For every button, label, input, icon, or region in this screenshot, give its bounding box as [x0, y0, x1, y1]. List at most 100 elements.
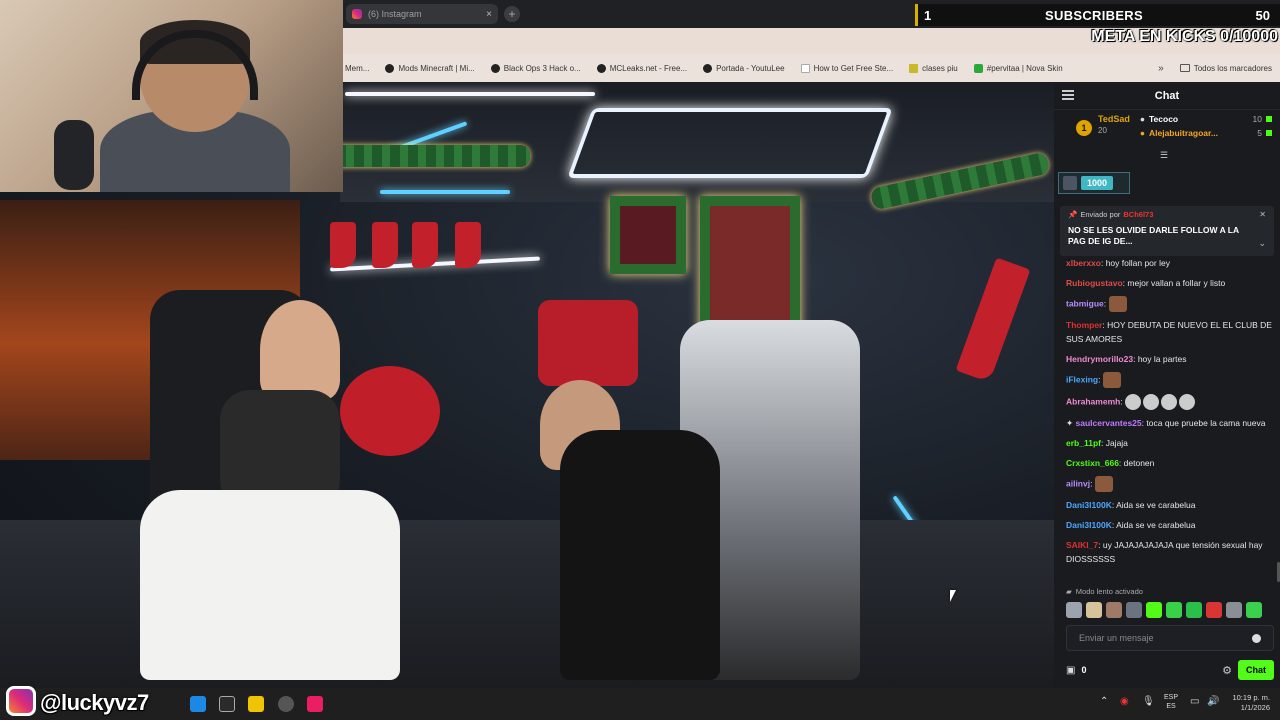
bookmark-label: Portada - YoutuLee — [716, 63, 785, 73]
chat-username[interactable]: xlberxxo — [1066, 258, 1101, 268]
keyboard-layout: ES — [1166, 703, 1176, 710]
chat-username[interactable]: iFlexing — [1066, 374, 1098, 384]
bookmarks-bar: Mem... Mods Minecraft | Mi... Black Ops … — [343, 54, 1280, 82]
bookmark[interactable]: clases piu — [909, 63, 958, 73]
gear-icon[interactable]: ⚙ — [1222, 664, 1232, 677]
emote-icon[interactable] — [1206, 602, 1222, 618]
chat-input[interactable]: Enviar un mensaje — [1066, 625, 1274, 651]
tray-expand-icon[interactable]: ⌃ — [1100, 696, 1108, 707]
kick-goal-text: META EN KICKS 0/10000 — [1091, 28, 1278, 45]
language-indicator[interactable]: ESP ES — [1164, 693, 1178, 711]
chat-username[interactable]: Dani3l100K — [1066, 520, 1112, 530]
bookmark[interactable]: MCLeaks.net - Free... — [596, 63, 687, 73]
antivirus-icon[interactable]: ◉ — [1120, 696, 1129, 707]
bookmark-label: Mods Minecraft | Mi... — [398, 63, 475, 73]
points-icon[interactable]: ▣ — [1066, 665, 1075, 676]
chat-username[interactable]: SAIKI_7 — [1066, 540, 1098, 550]
neon-light — [345, 92, 595, 96]
emote-icon[interactable] — [1226, 602, 1242, 618]
emote-icon[interactable] — [1246, 602, 1262, 618]
pinned-text: NO SE LES OLVIDE DARLE FOLLOW A LA PAG D… — [1068, 225, 1239, 246]
bookmark[interactable]: How to Get Free Ste... — [800, 63, 893, 73]
chat-username[interactable]: Hendrymorillo23 — [1066, 354, 1133, 364]
emote-icon — [1179, 394, 1196, 410]
volume-icon[interactable]: 🔊 — [1207, 696, 1219, 707]
gift-pill[interactable]: 1000 — [1058, 172, 1130, 194]
monitor-icon[interactable]: ▭ — [1190, 696, 1199, 707]
chrome-icon[interactable] — [278, 696, 294, 712]
pin-icon: 📌 — [1068, 210, 1078, 219]
page-icon — [800, 63, 810, 73]
tiktok-icon[interactable] — [307, 696, 323, 712]
chat-username[interactable]: Crxstixn_666 — [1066, 458, 1119, 468]
pinned-message: 📌 Enviado por BCh6l73 NO SE LES OLVIDE D… — [1060, 206, 1274, 256]
chevron-down-icon[interactable]: ⌄ — [1258, 238, 1266, 249]
pinned-user[interactable]: BCh6l73 — [1123, 210, 1153, 219]
collapse-chat-icon[interactable] — [1062, 90, 1074, 100]
bookmark[interactable]: Black Ops 3 Hack o... — [490, 63, 581, 73]
chat-header: Chat — [1054, 82, 1280, 110]
christmas-frame — [700, 196, 800, 336]
folder-icon[interactable] — [248, 696, 264, 712]
runner-up-name[interactable]: Tecoco — [1149, 114, 1249, 124]
emoji-picker-icon[interactable] — [1252, 633, 1261, 643]
neon-light — [380, 190, 510, 194]
runner-up-count: 10 — [1252, 114, 1262, 124]
stocking — [412, 222, 438, 268]
chat-username[interactable]: Abrahamemh — [1066, 396, 1120, 406]
chat-message: Rubiogustavo: mejor vallan a follar y li… — [1066, 278, 1226, 288]
explorer-icon[interactable] — [190, 696, 206, 712]
chat-username[interactable]: erb_11pf — [1066, 438, 1101, 448]
bookmark-label: Mem... — [345, 63, 370, 73]
more-bookmarks-icon[interactable]: » — [1158, 63, 1164, 74]
emote-icon[interactable] — [1066, 602, 1082, 618]
leader-count: 20 — [1098, 126, 1107, 135]
chat-title: Chat — [1154, 89, 1180, 102]
clock-time: 10:19 p. m. — [1232, 693, 1270, 702]
chat-username[interactable]: tabmigue — [1066, 298, 1104, 308]
chat-username[interactable]: saulcervantes25 — [1075, 418, 1141, 428]
steam-icon[interactable] — [219, 696, 235, 712]
screen: (6) Instagram × + Mem... Mods Minecraft … — [0, 0, 1280, 720]
emote-icon[interactable] — [1166, 602, 1182, 618]
instagram-icon — [352, 9, 362, 19]
bookmark[interactable]: Portada - YoutuLee — [703, 63, 785, 73]
mic-icon[interactable]: 🎙 — [1142, 696, 1155, 707]
all-bookmarks[interactable]: Todos los marcadores — [1179, 64, 1280, 73]
gifter-avatar — [1063, 176, 1077, 190]
system-clock[interactable]: 10:19 p. m. 1/1/2026 — [1226, 693, 1270, 713]
subs-label: SUBSCRIBERS — [1045, 7, 1143, 23]
chat-send-button[interactable]: Chat — [1238, 660, 1274, 680]
chat-message: ailinvj: — [1066, 476, 1272, 492]
emote-icon[interactable] — [1126, 602, 1142, 618]
bookmark[interactable]: #pervitaa | Nova Skin — [973, 63, 1063, 73]
bookmark[interactable]: Mods Minecraft | Mi... — [385, 63, 475, 73]
chat-username[interactable]: Thomper — [1066, 320, 1102, 330]
subscriber-goal-bar: 1 SUBSCRIBERS 50 — [915, 4, 1280, 26]
chat-text: detonen — [1123, 458, 1155, 468]
emote-icon[interactable] — [1086, 602, 1102, 618]
chat-message: ✦ saulcervantes25: toca que pruebe la ca… — [1066, 418, 1266, 428]
chat-username[interactable]: Dani3l100K — [1066, 500, 1112, 510]
chat-message: Hendrymorillo23: hoy la partes — [1066, 354, 1187, 364]
new-tab-button[interactable]: + — [504, 6, 520, 22]
unpin-icon[interactable]: ✕ — [1259, 210, 1266, 219]
chat-username[interactable]: Rubiogustavo — [1066, 278, 1123, 288]
subs-goal: 50 — [1255, 7, 1270, 23]
runner-up-name[interactable]: Alejabuitragoar... — [1149, 128, 1253, 138]
bookmark[interactable]: Mem... — [345, 64, 369, 73]
close-tab-icon[interactable]: × — [486, 9, 492, 20]
tab-instagram[interactable]: (6) Instagram × — [346, 4, 498, 24]
leader-name[interactable]: TedSad — [1098, 114, 1130, 124]
chat-text: Aida se ve carabelua — [1116, 500, 1196, 510]
emote-icon[interactable] — [1186, 602, 1202, 618]
chat-message: tabmigue: — [1066, 296, 1272, 312]
gift-amount: 1000 — [1081, 176, 1114, 190]
expand-leaderboard-icon[interactable]: ☰ — [1160, 150, 1168, 161]
globe-icon — [703, 63, 713, 73]
emote-icon[interactable] — [1146, 602, 1162, 618]
emote-icon[interactable] — [1106, 602, 1122, 618]
runner-up-count: 5 — [1257, 128, 1262, 138]
gift-icon — [1266, 116, 1272, 122]
chat-username[interactable]: ailinvj — [1066, 478, 1090, 488]
